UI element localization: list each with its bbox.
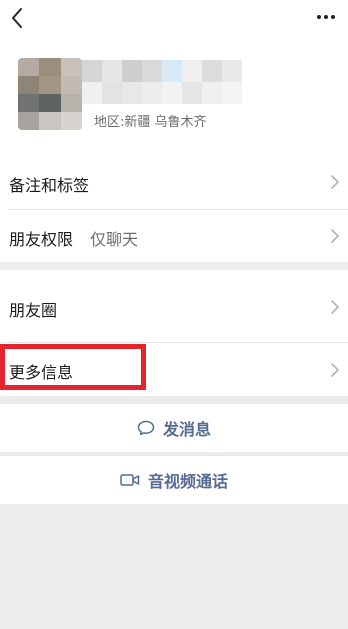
region-text: 地区:新疆 乌鲁木齐 [94,115,207,130]
row-moments-label: 朋友圈 [9,301,58,320]
blur-tile [122,60,142,82]
blur-tile [102,82,122,104]
mosaic-tile [18,112,40,130]
avatar-mosaic [18,58,82,130]
more-dots-icon[interactable] [316,14,336,20]
blur-tile [82,60,102,82]
mosaic-tile [60,94,82,112]
chevron-right-icon [331,175,339,189]
mosaic-tile [39,94,61,112]
blur-tile [162,60,182,82]
av-call-button[interactable]: 音视频通话 [0,456,348,504]
mosaic-tile [18,76,40,94]
row-moments[interactable]: 朋友圈 [0,270,348,342]
blur-tile [182,60,202,82]
send-message-label: 发消息 [162,420,211,439]
mosaic-tile [39,58,61,76]
section-gap [0,396,348,404]
mosaic-tile [39,76,61,94]
send-message-button[interactable]: 发消息 [0,404,348,452]
chevron-right-icon [331,300,339,314]
mosaic-tile [18,58,40,76]
mosaic-tile [60,58,82,76]
row-permissions-label: 朋友权限 [9,230,74,249]
blur-tile [142,60,162,82]
blur-tile [142,82,162,104]
blur-tile [122,82,142,104]
mosaic-tile [18,94,40,112]
back-chevron-icon[interactable] [6,4,28,32]
blur-tile [222,60,242,82]
section-gap [0,262,348,270]
video-camera-icon [120,474,140,486]
mosaic-tile [60,76,82,94]
row-remarks-tags[interactable]: 备注和标签 [0,156,348,208]
chevron-right-icon [331,363,339,377]
blur-tile [82,82,102,104]
chat-bubble-icon [137,420,155,436]
blur-tile [222,82,242,104]
blur-tile [162,82,182,104]
nickname-blurred [82,60,242,104]
row-friend-permissions[interactable]: 朋友权限 仅聊天 [0,210,348,262]
mosaic-tile [39,112,61,130]
row-permissions-value: 仅聊天 [90,230,139,249]
chevron-right-icon [331,229,339,243]
blur-tile [202,82,222,104]
blur-tile [102,60,122,82]
row-remarks-label: 备注和标签 [9,176,90,195]
avatar[interactable] [18,58,82,130]
highlight-box [0,344,146,390]
av-call-label: 音视频通话 [147,472,228,491]
blur-tile [202,60,222,82]
mosaic-tile [60,112,82,130]
blur-tile [182,82,202,104]
